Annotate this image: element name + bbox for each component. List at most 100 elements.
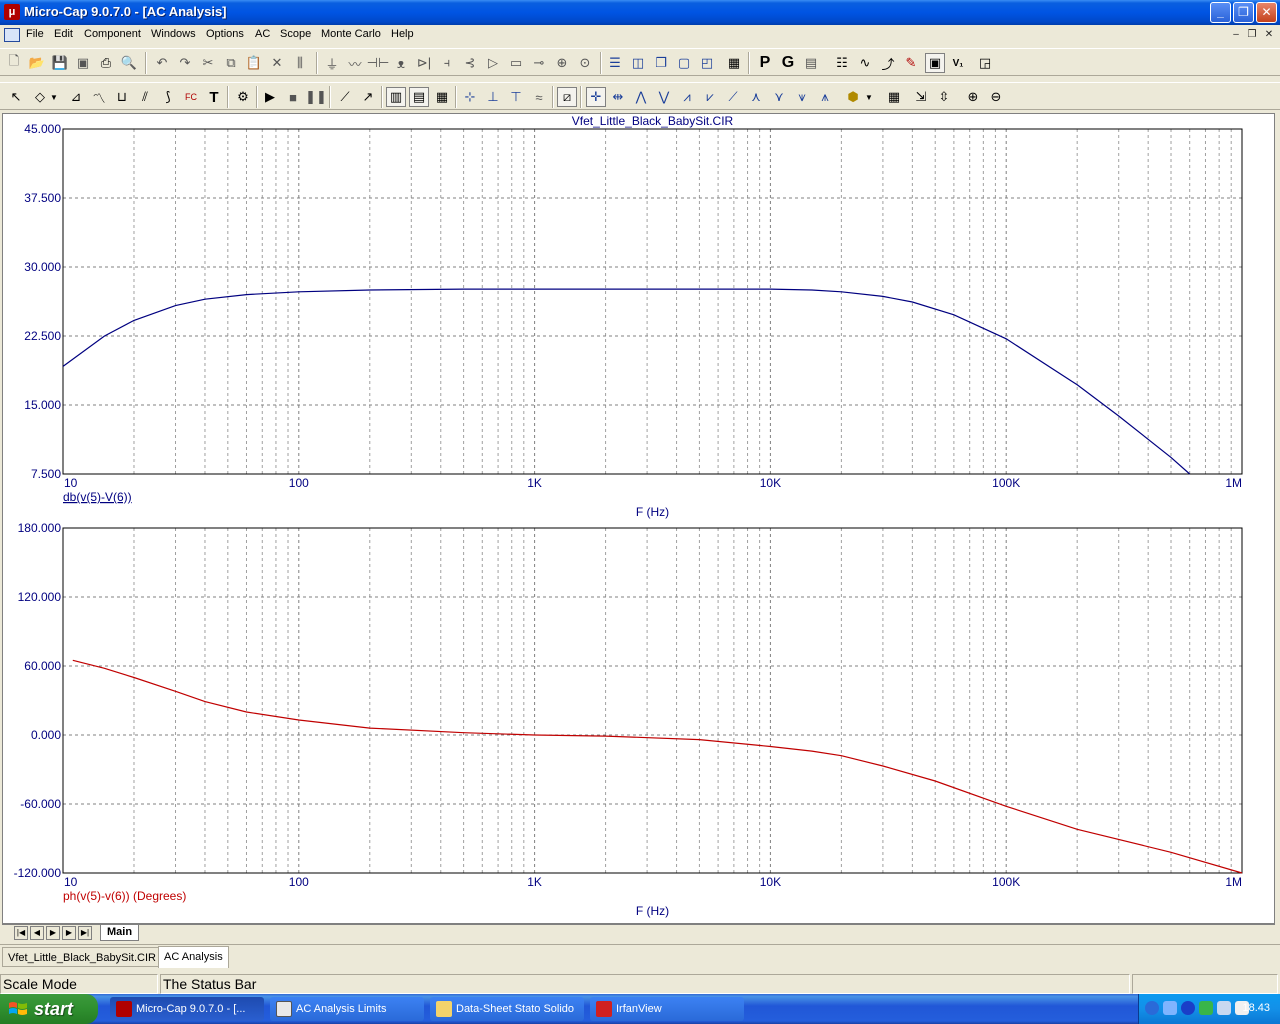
stop-icon[interactable]: ■ [283, 87, 303, 107]
switch-icon[interactable]: ⊸ [529, 53, 549, 73]
copy-icon[interactable]: ⧉ [221, 53, 241, 73]
tile-vertical-icon[interactable]: ◫ [628, 53, 648, 73]
grid-icon[interactable]: ▤ [801, 53, 821, 73]
global-low-icon[interactable]: ⋎ [769, 87, 789, 107]
probe-icon[interactable]: ⤴ [878, 53, 898, 73]
source-icon[interactable]: ⊙ [575, 53, 595, 73]
fourier-icon[interactable]: FC [181, 87, 201, 107]
diode-icon[interactable]: ⊳| [414, 53, 434, 73]
vertical-tag-icon[interactable]: ⇳ [934, 87, 954, 107]
global-g-icon[interactable]: G [778, 53, 798, 73]
global-high-icon[interactable]: ⋏ [746, 87, 766, 107]
document-icon[interactable] [4, 28, 20, 42]
line-tool-icon[interactable]: ⟋ [335, 87, 355, 107]
save-icon[interactable]: 💾 [50, 53, 70, 73]
properties-icon[interactable]: ⚙ [233, 87, 253, 107]
minor-grid-icon[interactable]: ▤ [409, 87, 429, 107]
page-p-icon[interactable]: P [755, 53, 775, 73]
last-page-icon[interactable]: ▶| [78, 926, 92, 940]
resistor-icon[interactable]: 〰 [345, 53, 365, 73]
mdi-close-icon[interactable]: ✕ [1262, 28, 1276, 41]
microcap-app-icon[interactable]: μ [4, 4, 20, 20]
minor-log-grid-icon[interactable]: ▦ [432, 87, 452, 107]
axis-icon[interactable]: ⊔ [112, 87, 132, 107]
cursor-high-icon[interactable]: ⊤ [506, 87, 526, 107]
taskbar-datasheet[interactable]: Data-Sheet Stato Solido [430, 997, 584, 1021]
undo-icon[interactable]: ↶ [152, 53, 172, 73]
low-icon[interactable]: ⩗ [700, 87, 720, 107]
top-icon[interactable]: ⩛ [792, 87, 812, 107]
peak-icon[interactable]: ⋀ [631, 87, 651, 107]
tray-expand-icon[interactable] [1145, 1001, 1159, 1015]
run-icon[interactable]: ▶ [260, 87, 280, 107]
next-page-2-icon[interactable]: ▶ [62, 926, 76, 940]
menu-options[interactable]: Options [206, 28, 244, 40]
component-list-icon[interactable]: ☷ [832, 53, 852, 73]
save-all-icon[interactable]: ▣ [73, 53, 93, 73]
taskbar-irfanview[interactable]: IrfanView [590, 997, 744, 1021]
opamp-icon[interactable]: ▷ [483, 53, 503, 73]
major-grid-icon[interactable]: ▥ [386, 87, 406, 107]
bus-icon[interactable]: ⫼ [290, 53, 310, 73]
capacitor-icon[interactable]: ⊣⊢ [367, 53, 390, 73]
split-window-icon[interactable]: ◰ [697, 53, 717, 73]
prev-page-icon[interactable]: ◀ [30, 926, 44, 940]
inflection-icon[interactable]: ⟋ [723, 87, 743, 107]
menu-edit[interactable]: Edit [54, 28, 73, 40]
tag-icon[interactable]: ⬢ [843, 87, 863, 107]
start-button[interactable]: start [0, 994, 98, 1024]
cut-icon[interactable]: ✂ [198, 53, 218, 73]
close-button[interactable]: ✕ [1256, 2, 1277, 23]
waveform-scale-icon[interactable]: 〽 [89, 87, 109, 107]
shape-select-icon[interactable]: ◇ [30, 87, 50, 107]
menu-scope[interactable]: Scope [280, 28, 311, 40]
redo-icon[interactable]: ↷ [175, 53, 195, 73]
select-arrow-icon[interactable]: ↖ [6, 87, 26, 107]
menu-component[interactable]: Component [84, 28, 141, 40]
cursor-valley-icon[interactable]: ⊥ [483, 87, 503, 107]
zoom-in-icon[interactable]: ⊕ [963, 87, 983, 107]
security-icon[interactable] [1199, 1001, 1213, 1015]
chevron-down-icon[interactable]: ▼ [863, 87, 875, 107]
calculator-icon[interactable]: ▦ [724, 53, 744, 73]
first-page-icon[interactable]: |◀ [14, 926, 28, 940]
tab-circuit-file[interactable]: Vfet_Little_Black_BabySit.CIR [2, 947, 162, 967]
waveform-icon[interactable]: ∿ [855, 53, 875, 73]
marker-icon[interactable]: ✎ [901, 53, 921, 73]
display-icon[interactable]: ▣ [925, 53, 945, 73]
arrow-tool-icon[interactable]: ↗ [358, 87, 378, 107]
numeric-output-icon[interactable]: ▦ [884, 87, 904, 107]
horizontal-tag-icon[interactable]: ⇲ [911, 87, 931, 107]
tab-ac-analysis[interactable]: AC Analysis [158, 946, 229, 968]
text-tool-icon[interactable]: T [204, 87, 224, 107]
menu-windows[interactable]: Windows [151, 28, 196, 40]
text-plot-icon[interactable]: ⫽ [135, 87, 155, 107]
window-icon[interactable]: ▢ [674, 53, 694, 73]
minimize-button[interactable]: _ [1210, 2, 1231, 23]
chevron-down-icon[interactable]: ▼ [48, 87, 60, 107]
npn-transistor-icon[interactable]: ⊰ [460, 53, 480, 73]
junction-icon[interactable]: ⊕ [552, 53, 572, 73]
inductor-icon[interactable]: ᴥ [391, 53, 411, 73]
cursor-next-icon[interactable]: ⇹ [608, 87, 628, 107]
mdi-restore-icon[interactable]: ❐ [1245, 28, 1259, 41]
taskbar-ac-limits[interactable]: AC Analysis Limits [270, 997, 424, 1021]
tile-horizontal-icon[interactable]: ☰ [605, 53, 625, 73]
menu-help[interactable]: Help [391, 28, 414, 40]
bottom-icon[interactable]: ⩚ [815, 87, 835, 107]
cursor-low-icon[interactable]: ≈ [529, 87, 549, 107]
plot-canvas[interactable]: Vfet_Little_Black_BabySit.CIR 45.000 37.50… [3, 114, 1276, 925]
open-folder-icon[interactable]: 📂 [27, 53, 47, 73]
new-file-icon[interactable]: 🗋 [4, 53, 24, 73]
scope-icon[interactable]: ⧄ [557, 87, 577, 107]
ground-icon[interactable]: ⏚ [322, 53, 342, 73]
menu-file[interactable]: File [26, 28, 44, 40]
menu-ac[interactable]: AC [255, 28, 270, 40]
print-preview-icon[interactable]: 🔍 [119, 53, 139, 73]
bluetooth-icon[interactable] [1181, 1001, 1195, 1015]
next-page-icon[interactable]: ▶ [46, 926, 60, 940]
valley-icon[interactable]: ⋁ [654, 87, 674, 107]
battery-icon[interactable]: ⫞ [437, 53, 457, 73]
volume-icon[interactable] [1217, 1001, 1231, 1015]
cursor-peak-icon[interactable]: ⊹ [460, 87, 480, 107]
